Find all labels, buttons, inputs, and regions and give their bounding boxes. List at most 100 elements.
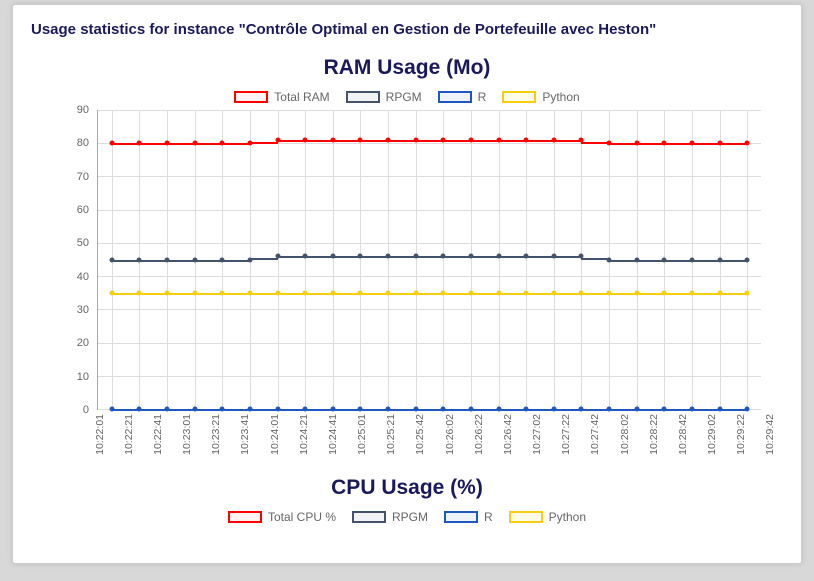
series-line — [250, 142, 278, 144]
x-tick: 10:28:42 — [677, 414, 689, 455]
series-line — [664, 260, 692, 262]
series-line — [637, 143, 665, 145]
series-line — [720, 260, 748, 262]
legend-label: Python — [542, 90, 579, 104]
legend-swatch-icon — [438, 91, 472, 103]
series-line — [692, 293, 720, 295]
legend-label: R — [478, 90, 487, 104]
x-tick: 10:29:22 — [735, 414, 747, 455]
y-tick: 20 — [77, 337, 89, 349]
legend-swatch-icon — [502, 91, 536, 103]
legend-label: Python — [549, 510, 586, 524]
series-line — [499, 293, 527, 295]
legend-swatch-icon — [234, 91, 268, 103]
legend-swatch-icon — [228, 511, 262, 523]
series-line — [720, 143, 748, 145]
y-tick: 80 — [77, 137, 89, 149]
x-tick: 10:28:02 — [619, 414, 631, 455]
grid-line — [278, 110, 279, 409]
series-line — [195, 143, 223, 145]
series-line — [112, 293, 140, 295]
series-line — [581, 142, 609, 144]
series-line — [388, 293, 416, 295]
legend-item-rpgm-cpu[interactable]: RPGM — [352, 510, 428, 524]
series-line — [278, 293, 306, 295]
series-line — [360, 293, 388, 295]
series-line — [333, 293, 361, 295]
x-tick: 10:23:21 — [210, 414, 222, 455]
chart-title-cpu: CPU Usage (%) — [31, 476, 783, 500]
series-line — [222, 260, 250, 262]
series-line — [139, 260, 167, 262]
series-line — [195, 260, 223, 262]
legend-label: Total RAM — [274, 90, 329, 104]
x-tick: 10:22:41 — [152, 414, 164, 455]
series-line — [222, 143, 250, 145]
series-line — [250, 293, 278, 295]
series-line — [692, 260, 720, 262]
legend-item-total-cpu[interactable]: Total CPU % — [228, 510, 336, 524]
series-line — [112, 143, 140, 145]
stats-panel: Usage statistics for instance "Contrôle … — [12, 4, 802, 564]
series-line — [554, 256, 582, 258]
series-line — [609, 260, 637, 262]
legend-item-r-cpu[interactable]: R — [444, 510, 493, 524]
series-line — [471, 256, 499, 258]
chart-area-ram: 0102030405060708090 — [49, 110, 765, 410]
legend-swatch-icon — [509, 511, 543, 523]
series-line — [333, 256, 361, 258]
series-line — [305, 140, 333, 142]
series-line — [609, 293, 637, 295]
x-tick: 10:25:42 — [414, 414, 426, 455]
series-line — [388, 140, 416, 142]
grid-line — [98, 176, 761, 177]
x-tick: 10:24:21 — [298, 414, 310, 455]
x-tick: 10:23:41 — [239, 414, 251, 455]
series-line — [167, 260, 195, 262]
series-line — [443, 256, 471, 258]
x-tick: 10:22:21 — [123, 414, 135, 455]
series-line — [167, 293, 195, 295]
plot-area[interactable] — [97, 110, 761, 410]
legend-swatch-icon — [346, 91, 380, 103]
legend-swatch-icon — [352, 511, 386, 523]
series-line — [388, 256, 416, 258]
x-axis: 10:22:0110:22:2110:22:4110:23:0110:23:21… — [79, 410, 779, 472]
series-line — [609, 143, 637, 145]
legend-item-python[interactable]: Python — [502, 90, 579, 104]
x-tick: 10:26:02 — [444, 414, 456, 455]
y-axis: 0102030405060708090 — [49, 110, 93, 410]
legend-item-rpgm[interactable]: RPGM — [346, 90, 422, 104]
series-line — [664, 143, 692, 145]
legend-item-r[interactable]: R — [438, 90, 487, 104]
series-line — [581, 293, 609, 295]
series-line — [471, 293, 499, 295]
grid-line — [416, 110, 417, 409]
x-tick: 10:23:01 — [181, 414, 193, 455]
chart-title-ram: RAM Usage (Mo) — [31, 56, 783, 80]
series-line — [664, 293, 692, 295]
x-tick: 10:29:42 — [764, 414, 776, 455]
series-line — [443, 293, 471, 295]
series-line — [278, 256, 306, 258]
series-line — [305, 293, 333, 295]
y-tick: 40 — [77, 271, 89, 283]
series-line — [526, 256, 554, 258]
page-title: Usage statistics for instance "Contrôle … — [31, 21, 783, 38]
x-tick: 10:25:21 — [385, 414, 397, 455]
legend-item-total-ram[interactable]: Total RAM — [234, 90, 329, 104]
grid-line — [471, 110, 472, 409]
y-tick: 60 — [77, 204, 89, 216]
series-line — [720, 293, 748, 295]
series-line — [250, 258, 278, 260]
legend-label: RPGM — [386, 90, 422, 104]
x-tick: 10:25:01 — [356, 414, 368, 455]
legend-ram: Total RAM RPGM R Python — [31, 90, 783, 104]
legend-item-python-cpu[interactable]: Python — [509, 510, 586, 524]
y-tick: 50 — [77, 237, 89, 249]
series-line — [167, 143, 195, 145]
legend-cpu: Total CPU % RPGM R Python — [31, 510, 783, 524]
series-line — [139, 143, 167, 145]
series-line — [581, 258, 609, 260]
x-tick: 10:29:02 — [706, 414, 718, 455]
